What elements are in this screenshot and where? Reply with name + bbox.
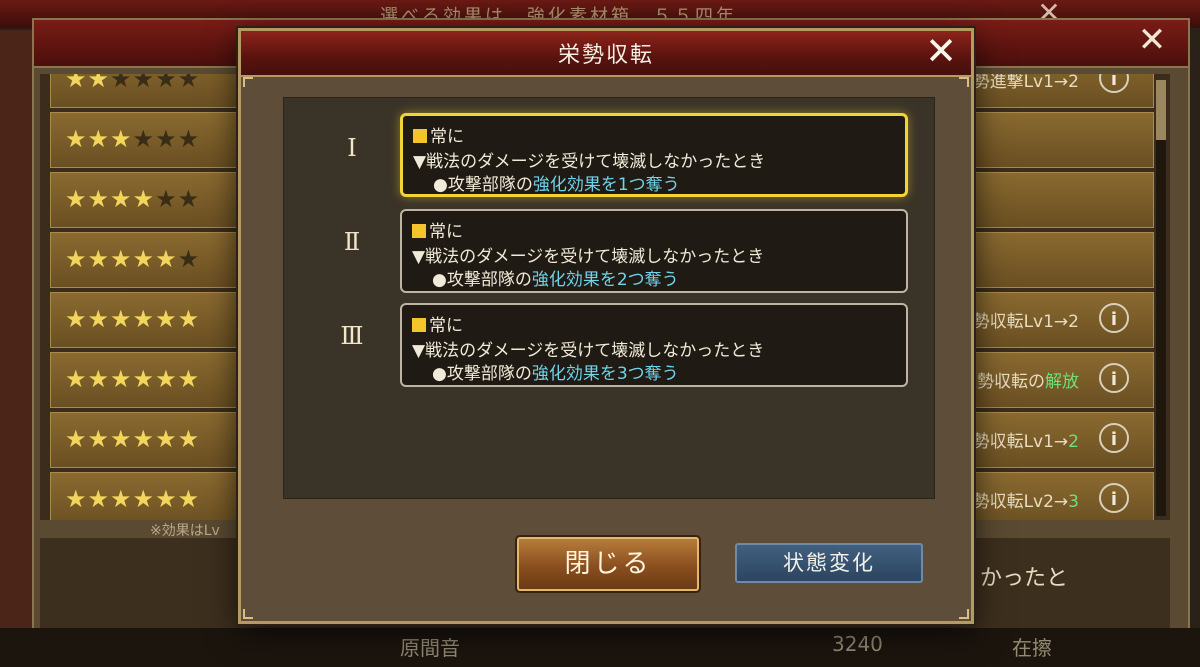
star-icon: ★ [132, 245, 156, 273]
star-icon: ★ [65, 125, 88, 153]
star-rating: ★★★★★★ [65, 125, 200, 153]
dialog-close-icon[interactable]: ✕ [921, 31, 961, 71]
background-bottom-mid-text: 3240 [832, 632, 883, 656]
star-icon: ★ [132, 485, 156, 513]
star-icon: ★ [87, 485, 111, 513]
effect-result: ●攻撃部隊の強化効果を2つ奪う [432, 270, 679, 290]
star-icon: ★ [177, 365, 201, 393]
star-icon: ★ [65, 245, 88, 273]
star-rating: ★★★★★★ [65, 245, 200, 273]
background-scrollbar[interactable] [1156, 80, 1166, 516]
background-note: ※効果はLv [150, 523, 220, 539]
effect-dialog: 栄勢収転 ✕ Ⅰ 常に ▼戦法のダメージを受けて壊滅しなかったとき ●攻撃部隊の… [238, 28, 974, 624]
star-icon: ★ [65, 365, 88, 393]
condition-square-icon [412, 224, 426, 238]
background-close-icon[interactable]: ✕ [1134, 22, 1170, 58]
star-icon: ★ [87, 245, 111, 273]
corner-ornament [959, 609, 969, 619]
star-icon: ★ [65, 425, 88, 453]
dialog-header: 栄勢収転 ✕ [241, 31, 971, 77]
star-icon: ★ [65, 185, 88, 213]
corner-ornament [959, 77, 969, 87]
star-icon: ★ [65, 305, 88, 333]
condition-square-icon [412, 318, 426, 332]
effect-trigger: ▼戦法のダメージを受けて壊滅しなかったとき [412, 247, 765, 267]
corner-ornament [243, 77, 253, 87]
star-empty-icon: ★ [132, 74, 156, 93]
info-icon[interactable]: i [1099, 483, 1129, 513]
effect-result: ●攻撃部隊の強化効果を1つ奪う [433, 175, 680, 195]
level-numeral-1: Ⅰ [347, 134, 357, 162]
star-icon: ★ [177, 305, 201, 333]
star-icon: ★ [110, 425, 133, 453]
star-icon: ★ [87, 185, 111, 213]
star-rating: ★★★★★★ [65, 185, 200, 213]
star-icon: ★ [132, 305, 156, 333]
effect-trigger: ▼戦法のダメージを受けて壊滅しなかったとき [413, 152, 766, 172]
effect-card-level-2[interactable]: 常に ▼戦法のダメージを受けて壊滅しなかったとき ●攻撃部隊の強化効果を2つ奪う [400, 209, 908, 293]
star-empty-icon: ★ [110, 74, 133, 93]
effect-condition: 常に [412, 217, 463, 242]
star-icon: ★ [87, 74, 111, 93]
level-numeral-3: Ⅲ [340, 322, 364, 350]
state-change-button[interactable]: 状態変化 [735, 543, 923, 583]
star-rating: ★★★★★★ [65, 485, 200, 513]
star-icon: ★ [155, 425, 178, 453]
star-icon: ★ [87, 365, 111, 393]
effect-trigger: ▼戦法のダメージを受けて壊滅しなかったとき [412, 341, 765, 361]
effect-level-list: Ⅰ 常に ▼戦法のダメージを受けて壊滅しなかったとき ●攻撃部隊の強化効果を1つ… [283, 97, 935, 499]
star-icon: ★ [177, 425, 201, 453]
star-rating: ★★★★★★ [65, 305, 200, 333]
condition-square-icon [413, 129, 427, 143]
star-icon: ★ [155, 305, 178, 333]
star-icon: ★ [110, 305, 133, 333]
info-icon[interactable]: i [1099, 303, 1129, 333]
star-icon: ★ [132, 425, 156, 453]
background-bottom-left-text: 原間音 [400, 636, 460, 660]
star-empty-icon: ★ [177, 74, 201, 93]
star-icon: ★ [65, 74, 88, 93]
background-lower-text: かったと [980, 566, 1069, 591]
star-empty-icon: ★ [155, 185, 178, 213]
star-icon: ★ [87, 305, 111, 333]
star-rating: ★★★★★★ [65, 74, 200, 93]
close-button[interactable]: 閉じる [517, 537, 699, 591]
background-scrollbar-thumb[interactable] [1156, 80, 1166, 140]
effect-result: ●攻撃部隊の強化効果を3つ奪う [432, 364, 679, 384]
background-left-strip [0, 30, 32, 630]
level-numeral-2: Ⅱ [343, 228, 361, 256]
background-bottom-right-text: 在擦 [1012, 636, 1052, 660]
star-rating: ★★★★★★ [65, 425, 200, 453]
star-icon: ★ [155, 485, 178, 513]
star-icon: ★ [132, 185, 156, 213]
star-icon: ★ [110, 245, 133, 273]
effect-card-level-1[interactable]: 常に ▼戦法のダメージを受けて壊滅しなかったとき ●攻撃部隊の強化効果を1つ奪う [400, 113, 908, 197]
star-empty-icon: ★ [132, 125, 156, 153]
star-rating: ★★★★★★ [65, 365, 200, 393]
star-icon: ★ [177, 485, 201, 513]
info-icon[interactable]: i [1099, 363, 1129, 393]
effect-condition: 常に [413, 122, 464, 147]
star-icon: ★ [132, 365, 156, 393]
info-icon[interactable]: i [1099, 74, 1129, 93]
effect-card-level-3[interactable]: 常に ▼戦法のダメージを受けて壊滅しなかったとき ●攻撃部隊の強化効果を3つ奪う [400, 303, 908, 387]
star-empty-icon: ★ [155, 74, 178, 93]
info-icon[interactable]: i [1099, 423, 1129, 453]
star-icon: ★ [87, 425, 111, 453]
star-icon: ★ [65, 485, 88, 513]
star-icon: ★ [87, 125, 111, 153]
star-icon: ★ [110, 125, 133, 153]
star-icon: ★ [110, 485, 133, 513]
star-icon: ★ [110, 365, 133, 393]
star-icon: ★ [155, 245, 178, 273]
star-empty-icon: ★ [177, 125, 201, 153]
star-empty-icon: ★ [155, 125, 178, 153]
star-icon: ★ [155, 365, 178, 393]
star-empty-icon: ★ [177, 185, 201, 213]
star-icon: ★ [110, 185, 133, 213]
effect-condition: 常に [412, 311, 463, 336]
star-empty-icon: ★ [177, 245, 201, 273]
dialog-title: 栄勢収転 [557, 43, 654, 68]
corner-ornament [243, 609, 253, 619]
